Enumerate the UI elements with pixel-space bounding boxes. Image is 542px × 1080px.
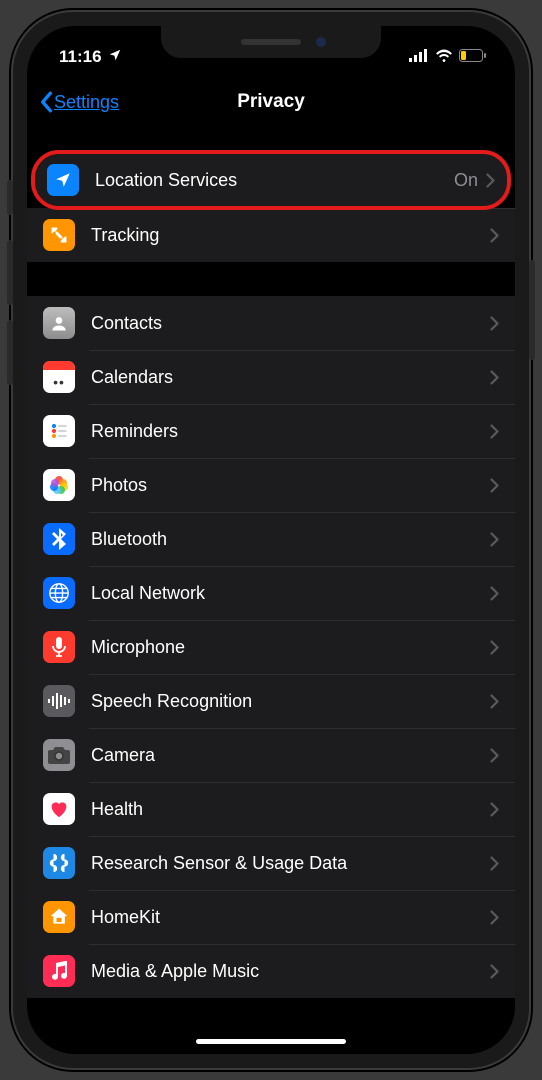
back-label: Settings	[54, 92, 119, 113]
row-label: Local Network	[91, 583, 490, 604]
chevron-right-icon	[490, 640, 499, 655]
chevron-right-icon	[486, 173, 495, 188]
row-research-sensor[interactable]: Research Sensor & Usage Data	[27, 836, 515, 890]
microphone-icon	[43, 631, 75, 663]
row-microphone[interactable]: Microphone	[27, 620, 515, 674]
location-arrow-icon	[108, 47, 122, 67]
row-calendars[interactable]: •• Calendars	[27, 350, 515, 404]
row-label: Speech Recognition	[91, 691, 490, 712]
cellular-signal-icon	[409, 47, 429, 67]
contacts-icon	[43, 307, 75, 339]
row-location-services[interactable]: Location Services On	[31, 150, 511, 210]
row-label: Reminders	[91, 421, 490, 442]
chevron-right-icon	[490, 802, 499, 817]
location-services-icon	[47, 164, 79, 196]
page-title: Privacy	[237, 91, 305, 113]
chevron-right-icon	[490, 370, 499, 385]
wifi-icon	[435, 47, 453, 67]
row-label: Photos	[91, 475, 490, 496]
power-button[interactable]	[529, 260, 535, 360]
row-speech-recognition[interactable]: Speech Recognition	[27, 674, 515, 728]
volume-down-button[interactable]	[7, 320, 13, 385]
settings-group-2: Contacts •• Calendars Reminders	[27, 296, 515, 998]
row-label: Calendars	[91, 367, 490, 388]
local-network-icon	[43, 577, 75, 609]
chevron-right-icon	[490, 856, 499, 871]
row-label: Media & Apple Music	[91, 961, 490, 982]
row-camera[interactable]: Camera	[27, 728, 515, 782]
chevron-right-icon	[490, 910, 499, 925]
chevron-right-icon	[490, 228, 499, 243]
row-label: Camera	[91, 745, 490, 766]
notch	[161, 26, 381, 58]
row-label: Contacts	[91, 313, 490, 334]
row-homekit[interactable]: HomeKit	[27, 890, 515, 944]
row-bluetooth[interactable]: Bluetooth	[27, 512, 515, 566]
row-local-network[interactable]: Local Network	[27, 566, 515, 620]
bluetooth-icon	[43, 523, 75, 555]
battery-icon	[459, 47, 487, 67]
row-tracking[interactable]: Tracking	[27, 208, 515, 262]
row-reminders[interactable]: Reminders	[27, 404, 515, 458]
tracking-icon	[43, 219, 75, 251]
photos-icon	[43, 469, 75, 501]
row-label: Bluetooth	[91, 529, 490, 550]
chevron-right-icon	[490, 532, 499, 547]
row-label: Location Services	[95, 170, 454, 191]
row-contacts[interactable]: Contacts	[27, 296, 515, 350]
row-label: Microphone	[91, 637, 490, 658]
settings-group-1: Location Services On Tracking	[27, 150, 515, 262]
row-label: Tracking	[91, 225, 490, 246]
navigation-bar: Settings Privacy	[27, 74, 515, 130]
chevron-right-icon	[490, 964, 499, 979]
row-label: HomeKit	[91, 907, 490, 928]
volume-up-button[interactable]	[7, 240, 13, 305]
row-label: Research Sensor & Usage Data	[91, 853, 490, 874]
row-health[interactable]: Health	[27, 782, 515, 836]
chevron-right-icon	[490, 424, 499, 439]
chevron-right-icon	[490, 316, 499, 331]
chevron-right-icon	[490, 748, 499, 763]
health-icon	[43, 793, 75, 825]
chevron-right-icon	[490, 478, 499, 493]
chevron-right-icon	[490, 586, 499, 601]
chevron-right-icon	[490, 694, 499, 709]
home-indicator[interactable]	[196, 1039, 346, 1044]
status-time: 11:16	[59, 47, 102, 67]
row-label: Health	[91, 799, 490, 820]
screen: 11:16 Settings	[27, 26, 515, 1054]
homekit-icon	[43, 901, 75, 933]
row-media-apple-music[interactable]: Media & Apple Music	[27, 944, 515, 998]
phone-frame: 11:16 Settings	[11, 10, 531, 1070]
back-button[interactable]: Settings	[39, 91, 119, 113]
camera-icon	[43, 739, 75, 771]
media-apple-music-icon	[43, 955, 75, 987]
reminders-icon	[43, 415, 75, 447]
calendars-icon: ••	[43, 361, 75, 393]
speech-recognition-icon	[43, 685, 75, 717]
research-sensor-icon	[43, 847, 75, 879]
row-value: On	[454, 170, 478, 191]
chevron-left-icon	[39, 91, 53, 113]
row-photos[interactable]: Photos	[27, 458, 515, 512]
content: Location Services On Tracking	[27, 150, 515, 998]
silence-switch[interactable]	[7, 180, 13, 215]
